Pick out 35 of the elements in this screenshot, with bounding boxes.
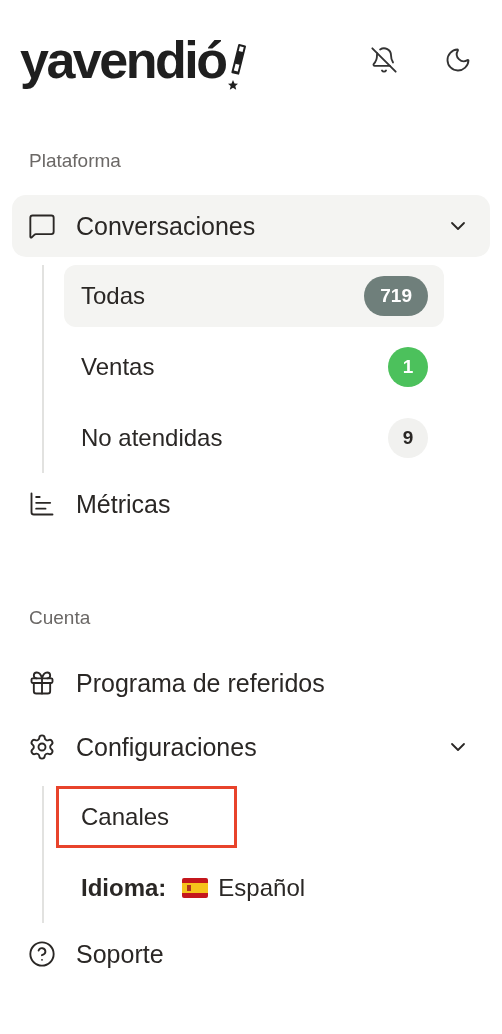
nav-item-label: Soporte xyxy=(76,939,165,969)
language-label: Idioma: xyxy=(81,874,167,902)
nav-item[interactable]: Soporte xyxy=(12,923,490,985)
spain-flag-icon xyxy=(182,878,209,898)
section-title: Cuenta xyxy=(28,606,92,630)
nav-subitem-label: Canales xyxy=(81,803,171,831)
nav-item-label: Métricas xyxy=(76,489,172,519)
nav-item[interactable]: Configuraciones xyxy=(12,716,490,778)
notifications-off-icon[interactable] xyxy=(370,46,398,74)
count-badge: 1 xyxy=(388,347,428,387)
nav-item[interactable]: Programa de referidos xyxy=(12,652,490,714)
nav-item[interactable]: Conversaciones xyxy=(12,195,490,257)
chat-icon xyxy=(28,212,56,240)
nav-item-label: Conversaciones xyxy=(76,211,257,241)
language-item[interactable]: Idioma: Español xyxy=(64,857,444,919)
nav-subitem[interactable]: Ventas 1 xyxy=(64,336,444,398)
nav-item-label: Configuraciones xyxy=(76,732,258,762)
nav-subitem-label: No atendidas xyxy=(81,424,224,452)
nav-subitem-label: Ventas xyxy=(81,353,156,381)
nav-item[interactable]: Métricas xyxy=(12,473,490,535)
language-value: Español xyxy=(218,874,306,902)
nav-subitem[interactable]: No atendidas 9 xyxy=(64,407,444,469)
nav-subitem[interactable]: Canales xyxy=(64,786,444,848)
pen-icon xyxy=(226,42,249,92)
nav-subitem-label: Todas xyxy=(81,282,147,310)
nav-subitem[interactable]: Todas 719 xyxy=(64,265,444,327)
count-badge: 719 xyxy=(364,276,428,316)
help-icon xyxy=(28,940,56,968)
section-title: Plataforma xyxy=(28,149,122,173)
gift-icon xyxy=(28,669,56,697)
settings-icon xyxy=(28,733,56,761)
nav-item-label: Programa de referidos xyxy=(76,668,326,698)
count-badge: 9 xyxy=(388,418,428,458)
dark-mode-icon[interactable] xyxy=(444,46,472,74)
bar-chart-icon xyxy=(28,490,56,518)
